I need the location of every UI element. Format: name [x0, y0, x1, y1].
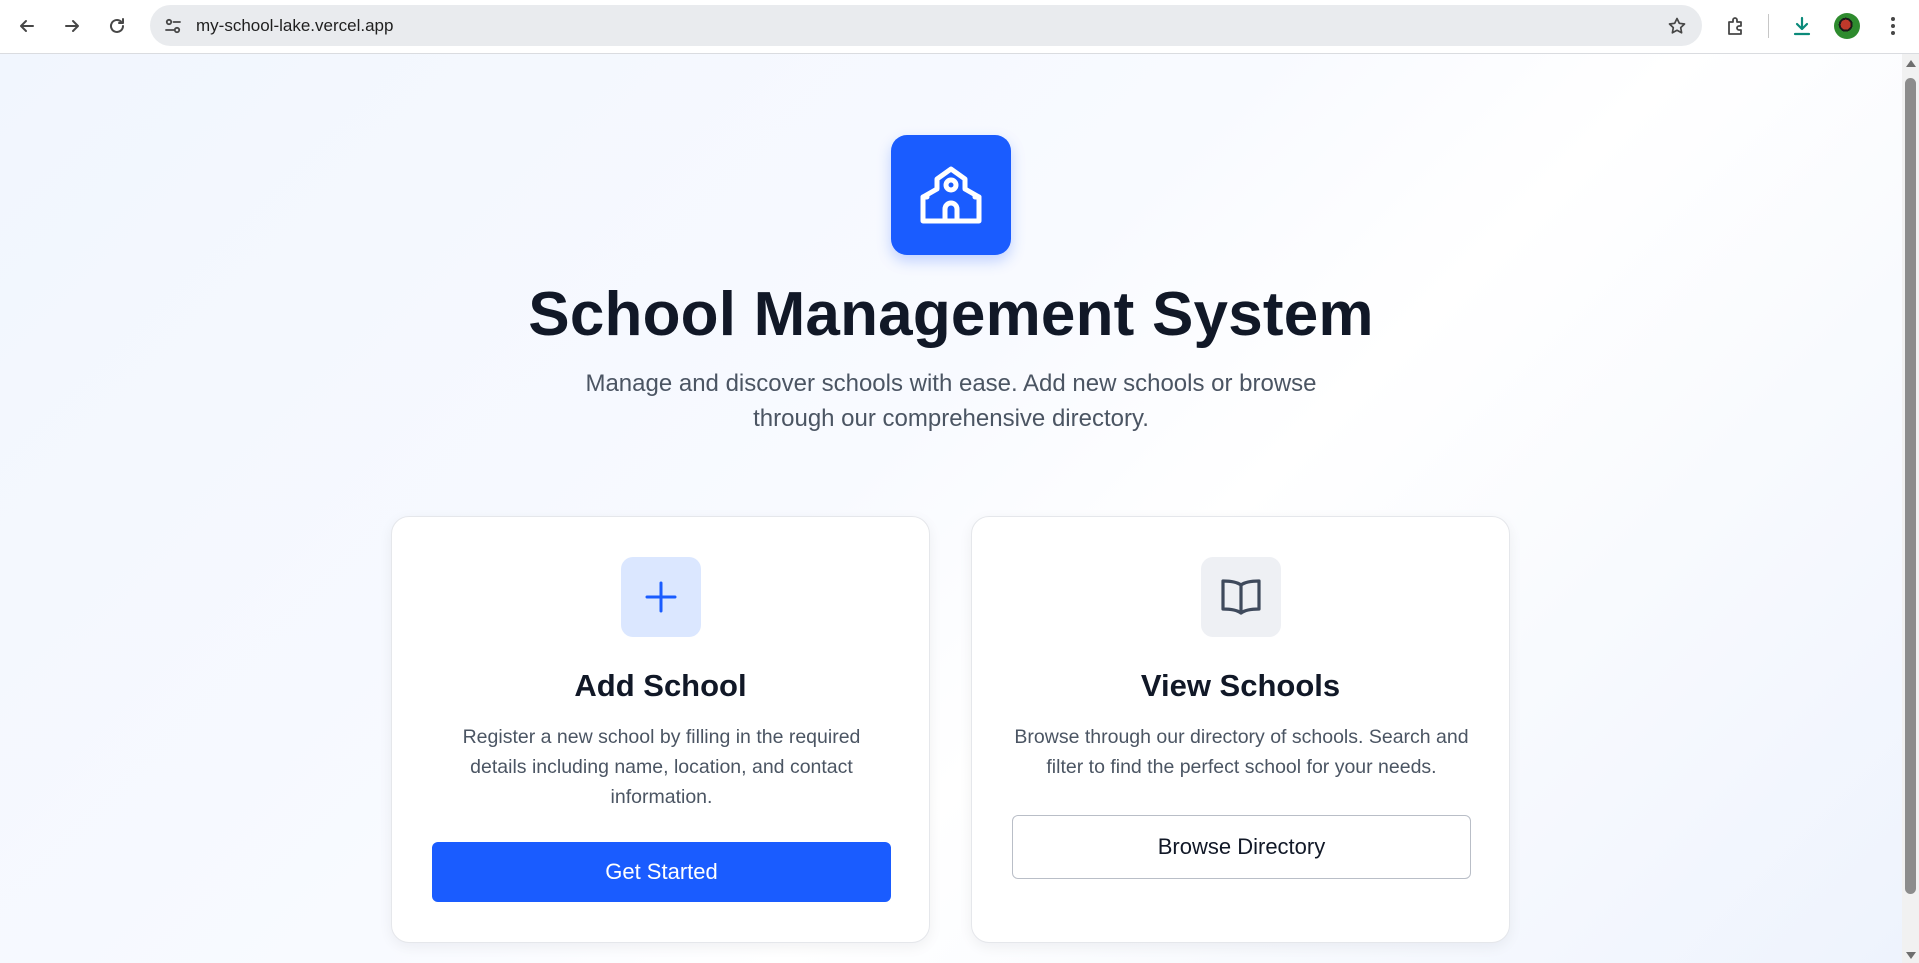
bookmark-star-icon — [1668, 17, 1686, 34]
plus-icon — [645, 581, 677, 613]
toolbar-divider — [1768, 14, 1769, 38]
browse-directory-button[interactable]: Browse Directory — [1012, 815, 1471, 879]
add-school-title: Add School — [574, 668, 747, 703]
reload-icon — [110, 18, 124, 33]
scroll-thumb[interactable] — [1905, 78, 1916, 894]
school-building-icon — [920, 166, 982, 224]
view-schools-card: View Schools Browse through our director… — [971, 516, 1510, 943]
add-school-description: Register a new school by filling in the … — [462, 726, 861, 808]
extensions-icon — [1728, 17, 1742, 35]
view-icon-tile — [1201, 557, 1281, 637]
reload-button[interactable] — [98, 7, 136, 45]
scroll-down-arrow-icon[interactable] — [1906, 952, 1916, 959]
menu-icon — [1891, 17, 1895, 35]
forward-button[interactable] — [53, 7, 91, 45]
browser-toolbar: my-school-lake.vercel.app — [0, 0, 1919, 54]
page-title: School Management System — [528, 280, 1374, 349]
back-button[interactable] — [8, 7, 46, 45]
page-subtitle: Manage and discover schools with ease. A… — [585, 370, 1317, 432]
hero-logo — [891, 135, 1011, 255]
bookmark-star-button[interactable] — [1664, 13, 1690, 39]
add-school-card: Add School Register a new school by fill… — [391, 516, 930, 943]
menu-button[interactable] — [1874, 7, 1912, 45]
view-schools-title: View Schools — [1140, 668, 1341, 703]
scroll-up-arrow-icon[interactable] — [1906, 60, 1916, 67]
url-text[interactable]: my-school-lake.vercel.app — [196, 16, 393, 36]
download-icon — [1793, 16, 1811, 36]
extensions-button[interactable] — [1717, 7, 1755, 45]
get-started-button[interactable]: Get Started — [432, 842, 891, 902]
page-viewport: School Management System Manage and disc… — [0, 54, 1902, 963]
forward-icon — [65, 20, 79, 32]
page-scrollbar[interactable] — [1902, 54, 1919, 963]
view-schools-description: Browse through our directory of schools.… — [1014, 726, 1469, 778]
open-book-icon — [1221, 579, 1261, 615]
profile-avatar[interactable] — [1834, 13, 1860, 39]
site-info-icon — [164, 18, 181, 33]
site-info-button[interactable] — [157, 10, 188, 41]
add-icon-tile — [621, 557, 701, 637]
download-button[interactable] — [1783, 7, 1821, 45]
address-bar[interactable]: my-school-lake.vercel.app — [150, 5, 1702, 46]
back-icon — [20, 20, 34, 32]
